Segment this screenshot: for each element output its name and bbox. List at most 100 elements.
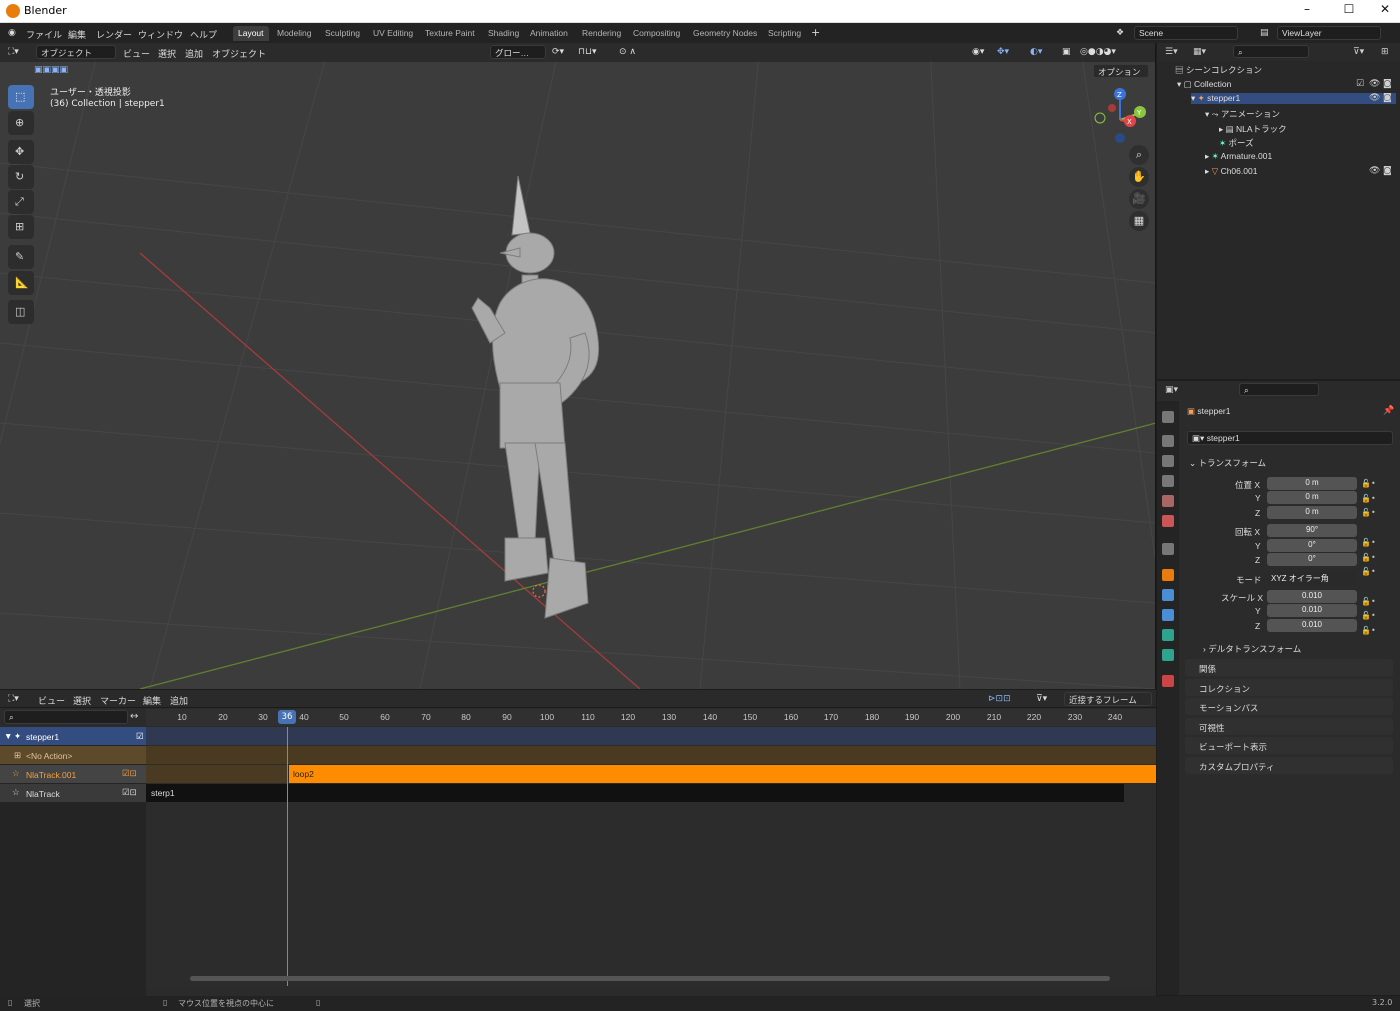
filter-icon[interactable]: ⊽▾	[1353, 47, 1364, 57]
overlay-toggle-icon[interactable]: ◐▾	[1030, 47, 1042, 57]
rotate-tool[interactable]: ↻	[8, 165, 34, 189]
object-data-tab-icon[interactable]	[1162, 629, 1174, 641]
nla-filter-icons[interactable]: ⊳⊡⊡	[988, 694, 1011, 704]
visibility-icon[interactable]: ◉▾	[972, 47, 984, 57]
section-custom-properties[interactable]: カスタムプロパティ	[1185, 757, 1393, 774]
rotation-y-field[interactable]: 0°	[1267, 539, 1357, 552]
view-layer-tab-icon[interactable]	[1162, 475, 1174, 487]
menu-select[interactable]: 選択	[158, 47, 176, 60]
add-workspace-button[interactable]: +	[811, 26, 820, 39]
grid-view-icon[interactable]: ▦	[1129, 211, 1149, 231]
snap-icon[interactable]: ⊓⊔▾	[578, 47, 597, 57]
outliner-search-input[interactable]: ⌕	[1233, 45, 1309, 58]
constraints-tab-icon[interactable]	[1162, 609, 1174, 621]
outliner[interactable]: ☰▾ ▦▾ ⌕ ⊽▾ ⊞ ▤ シーンコレクション ▾ ▢ Collection …	[1157, 43, 1400, 379]
xray-icon[interactable]: ▣	[1062, 47, 1071, 57]
navigation-gizmo[interactable]: Z Y X	[1090, 85, 1150, 145]
eye-icon[interactable]: 👁	[1369, 93, 1380, 103]
rotation-mode-dropdown[interactable]: XYZ オイラー角	[1267, 572, 1357, 585]
scale-y-field[interactable]: 0.010	[1267, 604, 1357, 617]
stepper1-row[interactable]: ▾ ✦ stepper1	[1191, 93, 1396, 104]
section-motion-paths[interactable]: モーションパス	[1185, 698, 1393, 715]
display-mode-icon[interactable]: ▦▾	[1193, 47, 1206, 57]
shading-modes-icon[interactable]: ◎●◑◕▾	[1080, 47, 1116, 57]
section-collections[interactable]: コレクション	[1185, 679, 1393, 696]
world-tab-icon[interactable]	[1162, 515, 1174, 527]
channel-no-action[interactable]: ⊞ <No Action>	[0, 746, 146, 764]
nla-menu-view[interactable]: ビュー	[38, 694, 65, 707]
move-tool[interactable]: ✥	[8, 140, 34, 164]
channel-stepper1[interactable]: ▼ ✦ stepper1 ☑	[0, 727, 146, 745]
mute-checkbox-icon[interactable]: ☑⊡	[122, 787, 137, 798]
proportional-edit-icon[interactable]: ⊙ ∧	[619, 47, 636, 57]
collection-row[interactable]: ▾ ▢ Collection	[1177, 79, 1231, 90]
outliner-editor-icon[interactable]: ☰▾	[1165, 47, 1178, 57]
add-cube-tool[interactable]: ◫	[8, 300, 34, 324]
menu-add[interactable]: 追加	[185, 47, 203, 60]
mode-selector[interactable]: オブジェクト	[36, 45, 116, 59]
properties-search-input[interactable]: ⌕	[1239, 383, 1319, 396]
tab-shading[interactable]: Shading	[483, 26, 524, 41]
animation-row[interactable]: ▾ ⤳ アニメーション	[1205, 108, 1280, 120]
scene-selector[interactable]: Scene	[1134, 26, 1238, 40]
view-layer-selector[interactable]: ViewLayer	[1277, 26, 1381, 40]
scale-tool[interactable]: ⤢	[8, 190, 34, 214]
swap-icon[interactable]: ↔	[130, 711, 138, 722]
nla-menu-select[interactable]: 選択	[73, 694, 91, 707]
pose-row[interactable]: ✶ ポーズ	[1219, 137, 1254, 149]
pan-hand-icon[interactable]: ✋	[1129, 167, 1149, 187]
exclude-checkbox-icon[interactable]: ☑	[1356, 79, 1364, 89]
collection-tab-icon[interactable]	[1162, 543, 1174, 555]
expand-triangle-icon[interactable]: ▼	[4, 731, 12, 741]
scale-z-field[interactable]: 0.010	[1267, 619, 1357, 632]
render-camera-icon[interactable]: ◙	[1383, 93, 1392, 103]
strip-loop2[interactable]: loop2	[289, 765, 1156, 783]
snap-mode-dropdown[interactable]: 近接するフレーム	[1064, 692, 1152, 706]
tab-sculpting[interactable]: Sculpting	[320, 26, 365, 41]
section-visibility[interactable]: 可視性	[1185, 718, 1393, 735]
channel-nlatrack[interactable]: ☆ NlaTrack ☑⊡	[0, 784, 146, 802]
pivot-icon[interactable]: ⟳▾	[552, 47, 564, 57]
output-tab-icon[interactable]	[1162, 455, 1174, 467]
render-camera-icon[interactable]: ◙	[1383, 79, 1392, 89]
render-tab-icon[interactable]	[1162, 435, 1174, 447]
scene-collection-row[interactable]: ▤ シーンコレクション	[1175, 64, 1262, 76]
bone-tab-icon[interactable]	[1162, 649, 1174, 661]
menu-render[interactable]: レンダー	[96, 28, 132, 41]
eye-icon[interactable]: 👁	[1369, 166, 1380, 176]
gizmo-toggle-icon[interactable]: ✥▾	[997, 47, 1009, 57]
tab-scripting[interactable]: Scripting	[763, 26, 806, 41]
scene-tab-icon[interactable]	[1162, 495, 1174, 507]
current-frame-indicator[interactable]: 36	[278, 710, 296, 724]
maximize-button[interactable]: ☐	[1334, 2, 1364, 16]
eye-icon[interactable]: 👁	[1369, 79, 1380, 89]
menu-file[interactable]: ファイル	[26, 28, 62, 41]
render-camera-icon[interactable]: ◙	[1383, 166, 1392, 176]
scale-x-field[interactable]: 0.010	[1267, 590, 1357, 603]
channel-nlatrack-001[interactable]: ☆ NlaTrack.001 ☑⊡	[0, 765, 146, 783]
location-z-field[interactable]: 0 m	[1267, 506, 1357, 519]
menu-view[interactable]: ビュー	[123, 47, 150, 60]
object-tab-icon[interactable]	[1162, 569, 1174, 581]
solo-star-icon[interactable]: ☆	[12, 787, 20, 798]
strip-sterp1[interactable]: sterp1	[146, 784, 1124, 802]
section-relations[interactable]: 関係	[1185, 659, 1393, 676]
camera-icon[interactable]: 🎥	[1129, 189, 1149, 209]
nla-menu-edit[interactable]: 編集	[143, 694, 161, 707]
measure-tool[interactable]: 📐	[8, 271, 34, 295]
location-y-field[interactable]: 0 m	[1267, 491, 1357, 504]
section-viewport-display[interactable]: ビューポート表示	[1185, 737, 1393, 754]
menu-edit[interactable]: 編集	[68, 28, 86, 41]
select-mode-icons[interactable]: ▣▣▣▣	[34, 65, 68, 75]
close-button[interactable]: ✕	[1370, 2, 1400, 16]
tab-modeling[interactable]: Modeling	[272, 26, 317, 41]
zoom-icon[interactable]: ⌕	[1129, 145, 1149, 165]
3d-viewport[interactable]: ⛶▾ オブジェクト ビュー 選択 追加 オブジェクト グロー… ⟳▾ ⊓⊔▾ ⊙…	[0, 43, 1156, 689]
new-collection-icon[interactable]: ⊞	[1381, 47, 1389, 57]
physics-tab-icon[interactable]	[1162, 589, 1174, 601]
tab-geometry-nodes[interactable]: Geometry Nodes	[688, 26, 762, 41]
options-dropdown[interactable]: オプション	[1093, 64, 1149, 78]
tab-layout[interactable]: Layout	[233, 26, 269, 41]
minimize-button[interactable]: –	[1292, 2, 1322, 16]
nla-editor-type-icon[interactable]: ⛶▾	[8, 694, 19, 704]
